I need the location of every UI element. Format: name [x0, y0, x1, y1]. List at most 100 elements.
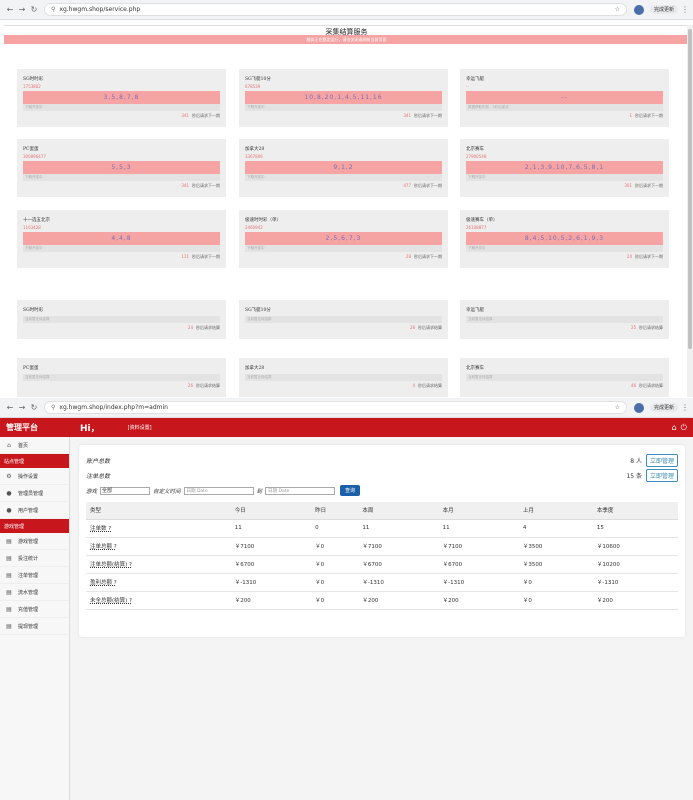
manage-bets-button[interactable]: 立即管理: [645, 469, 678, 482]
user-icon: ●: [6, 506, 12, 514]
reload-icon[interactable]: ↻: [28, 403, 40, 412]
table-cell: 15: [592, 519, 678, 538]
profile-avatar[interactable]: [633, 4, 644, 15]
bookmark-star-icon[interactable]: ☆: [615, 6, 620, 13]
period-number: 1753802: [23, 84, 41, 89]
address-bar[interactable]: ⚲ xg.hwgm.shop/service.php ☆: [44, 3, 627, 16]
address-bar[interactable]: ⚲ xg.hwgm.shop/index.php?m=admin ☆: [44, 401, 627, 414]
update-button[interactable]: 完成更新: [649, 5, 678, 14]
game-select[interactable]: 全部: [100, 486, 151, 495]
draw-result: 10,8,20,1,4,5,11,16: [245, 91, 442, 104]
draw-result: 8,4,5,10,5,2,6,1,9,3: [466, 232, 663, 245]
lottery-card: SG时时彩 1753802 3,5,8,7,8 下期开奖中 341 秒后请求下一期: [17, 69, 226, 127]
table-cell: ￥0: [311, 591, 359, 610]
countdown-value: 25: [630, 325, 636, 330]
row-label[interactable]: 未全总额(结算) ?: [86, 591, 231, 610]
query-button[interactable]: 查询: [340, 485, 361, 496]
lottery-name: 幸运飞艇: [466, 77, 484, 82]
lottery-name: PC蛋蛋: [23, 366, 39, 371]
sidebar-section-header: 游戏管理: [0, 519, 69, 533]
sidebar-item[interactable]: ▤ 充值管理: [0, 601, 69, 618]
back-icon[interactable]: ←: [4, 403, 16, 412]
status-text: 下期开奖中: [23, 245, 220, 252]
scrollbar[interactable]: [687, 25, 693, 397]
bookmark-star-icon[interactable]: ☆: [615, 404, 620, 411]
sidebar-item[interactable]: ▤ 注单管理: [0, 567, 69, 584]
sidebar-item[interactable]: ⚙ 操作设置: [0, 468, 69, 485]
status-text: 下期开奖中: [23, 174, 220, 181]
sidebar-item[interactable]: ▤ 游戏管理: [0, 533, 69, 550]
table-cell: ￥0: [518, 573, 593, 592]
manage-accounts-button[interactable]: 立即管理: [645, 454, 678, 467]
service-window: ← → ↻ ⚲ xg.hwgm.shop/service.php ☆ 完成更新 …: [0, 0, 693, 397]
profile-avatar[interactable]: [633, 402, 644, 413]
menu-icon[interactable]: ⋮: [681, 403, 689, 412]
lottery-name: SG飞艇10分: [245, 77, 271, 82]
draw-result: 2,1,3,9,10,7,6,5,8,1: [466, 161, 663, 174]
forward-icon[interactable]: →: [16, 403, 28, 412]
lottery-card: SG飞艇10分 678539 10,8,20,1,4,5,11,16 下期开奖中 341…: [239, 69, 448, 127]
sidebar-item[interactable]: ▤ 提现管理: [0, 618, 69, 635]
table-row: 注单数 ? 11 0 11 11 4 15: [86, 519, 678, 538]
row-label[interactable]: 注单总额(结算) ?: [86, 555, 231, 574]
sidebar-item-label: 提现管理: [18, 623, 39, 630]
countdown: 46 秒后请求结算: [466, 383, 663, 389]
table-cell: ￥3500: [518, 537, 593, 556]
lottery-name: 幸运飞艇: [466, 308, 484, 313]
profile-settings-link[interactable]: [资料设置]: [128, 424, 152, 431]
sidebar-item[interactable]: ▤ 投注统计: [0, 550, 69, 567]
column-header: 本季度: [592, 502, 678, 520]
bet-count-row: 注单总数 15 条 立即管理: [86, 468, 678, 483]
reload-icon[interactable]: ↻: [28, 5, 40, 14]
lottery-name: 极速赛车（单）: [466, 218, 498, 223]
menu-icon[interactable]: ⋮: [681, 5, 689, 14]
table-cell: ￥10200: [592, 555, 678, 574]
update-button[interactable]: 完成更新: [649, 403, 678, 412]
browser-toolbar: ← → ↻ ⚲ xg.hwgm.shop/service.php ☆ 完成更新 …: [0, 0, 693, 20]
column-header: 昨日: [311, 502, 359, 520]
account-label: 账户总数: [86, 458, 111, 465]
sidebar-item[interactable]: ● 用户管理: [0, 502, 69, 519]
url-text: xg.hwgm.shop/index.php?m=admin: [59, 404, 168, 411]
period-number: 1163428: [23, 225, 41, 230]
forward-icon[interactable]: →: [16, 5, 28, 14]
countdown: 24 秒后请求下一期: [466, 254, 663, 260]
table-cell: ￥200: [592, 591, 678, 610]
countdown-value: 46: [630, 383, 636, 388]
column-header: 类型: [86, 502, 231, 520]
draw-result: 4,4,8: [23, 232, 220, 245]
back-icon[interactable]: ←: [4, 5, 16, 14]
browser-toolbar-2: ← → ↻ ⚲ xg.hwgm.shop/index.php?m=admin ☆…: [0, 398, 693, 418]
scrollbar-thumb[interactable]: [688, 29, 692, 349]
table-cell: ￥-1310: [358, 573, 439, 592]
table-cell: 0: [311, 519, 359, 538]
row-label[interactable]: 注单总额 ?: [86, 537, 231, 556]
start-date-input[interactable]: 日期 Date: [183, 486, 254, 495]
row-label[interactable]: 注单数 ?: [86, 519, 231, 538]
doc-icon: ▤: [6, 605, 12, 613]
status-text: 下期开奖中: [466, 174, 663, 181]
table-cell: ￥-1310: [592, 573, 678, 592]
sidebar-item[interactable]: ▤ 流水管理: [0, 584, 69, 601]
home-icon[interactable]: ⌂: [672, 423, 677, 433]
column-header: 今日: [230, 502, 312, 520]
countdown-text: 秒后请求下一期: [192, 183, 220, 188]
site-info-icon[interactable]: ⚲: [51, 404, 55, 411]
table-row: 盈利总额 ? ￥-1310 ￥0 ￥-1310 ￥-1310 ￥0 ￥-1310: [86, 573, 678, 592]
end-date-input[interactable]: 日期 Date: [265, 486, 336, 495]
power-icon[interactable]: ⏻: [681, 423, 687, 433]
sidebar-item-label: 充值管理: [18, 606, 39, 613]
sidebar-item-label: 用户管理: [18, 507, 39, 514]
home-icon: ⌂: [7, 441, 11, 449]
countdown-text: 秒后请求下一期: [192, 113, 220, 118]
settlement-card: SG时时彩 当前暂无待结算 24 秒后请求结算: [17, 300, 226, 339]
row-label[interactable]: 盈利总额 ?: [86, 573, 231, 592]
countdown-value: 24: [626, 254, 632, 259]
column-header: 上月: [518, 502, 593, 520]
to-label: 到: [256, 488, 263, 495]
sidebar-item[interactable]: ⌂ 首页: [0, 437, 69, 454]
sidebar-item[interactable]: ● 管理员管理: [0, 485, 69, 502]
countdown-text: 秒后请求结算: [196, 383, 220, 388]
table-cell: ￥6700: [358, 555, 439, 574]
site-info-icon[interactable]: ⚲: [51, 6, 55, 13]
